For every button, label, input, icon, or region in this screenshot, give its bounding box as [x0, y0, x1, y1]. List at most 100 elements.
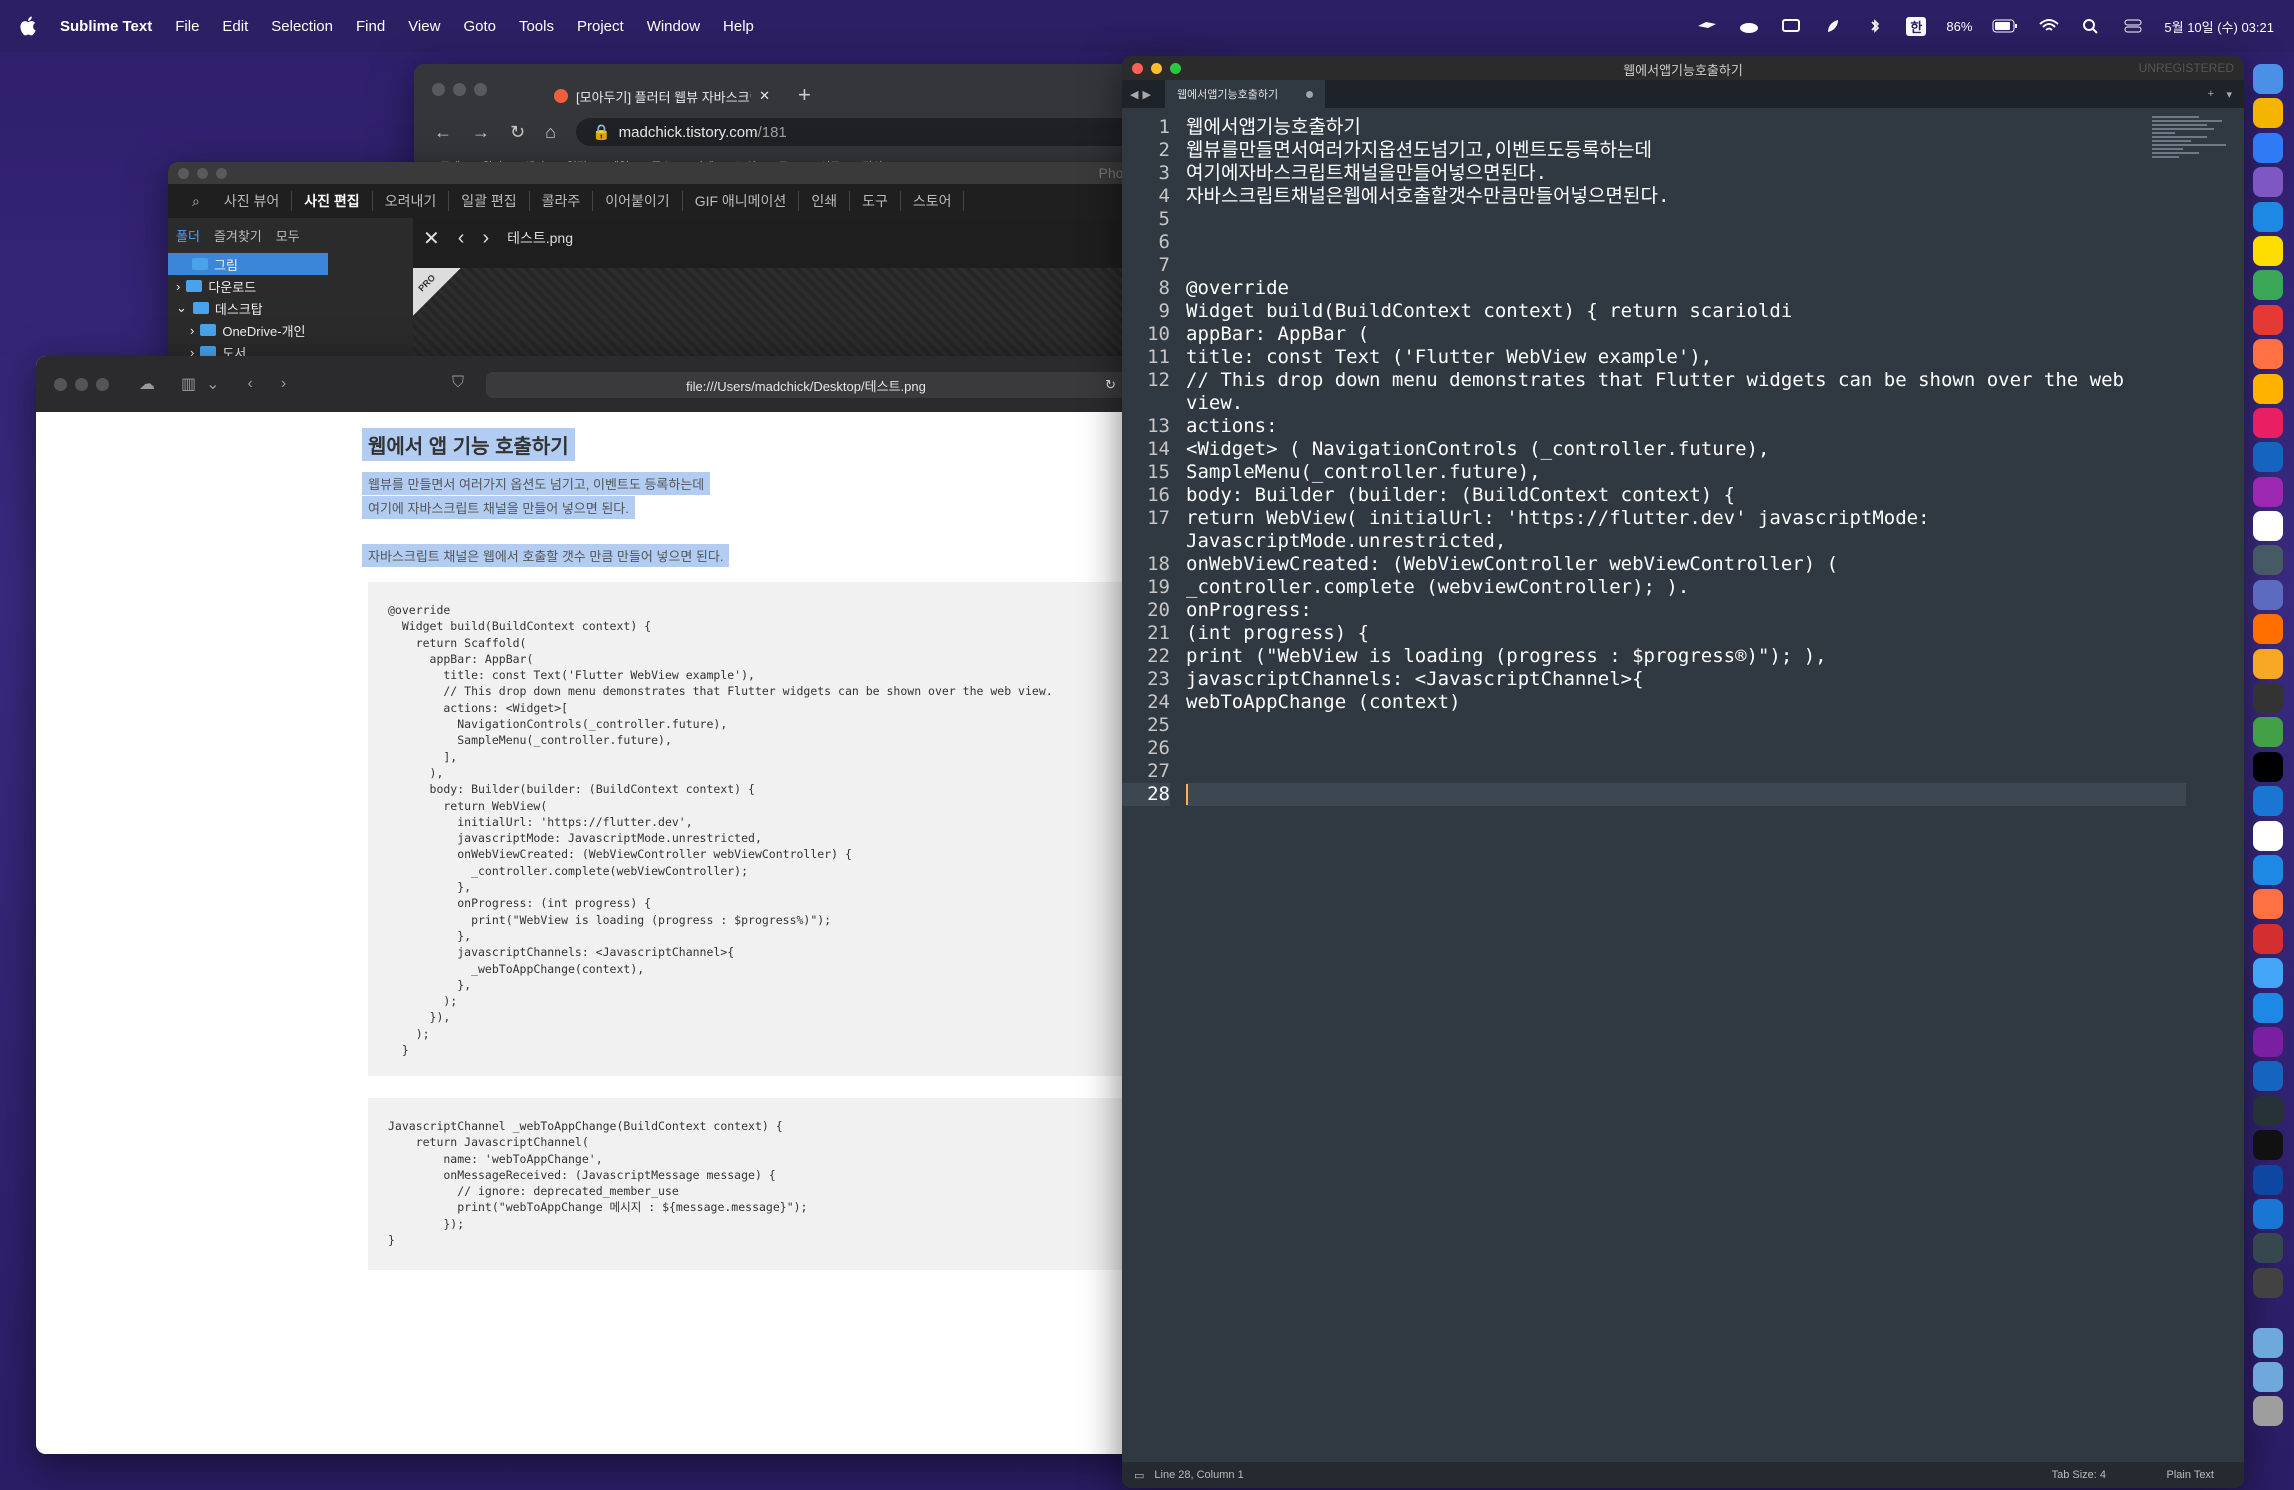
new-tab-icon[interactable]: + [2208, 88, 2214, 100]
cloud-icon[interactable]: ☁ [139, 374, 155, 394]
dock-app-icon[interactable] [2253, 304, 2283, 335]
folder-item[interactable]: › 다운로드 [168, 275, 413, 297]
dock-app-icon[interactable] [2253, 1130, 2283, 1161]
zoom-button[interactable] [474, 82, 487, 96]
search-icon[interactable] [2080, 18, 2102, 34]
dock-app-icon[interactable] [2253, 786, 2283, 817]
dock-app-icon[interactable] [2253, 992, 2283, 1023]
editor-line[interactable] [1186, 737, 2186, 760]
syntax-selector[interactable]: Plain Text [2167, 1469, 2215, 1481]
dock-app-icon[interactable] [2253, 1327, 2283, 1358]
menu-gif[interactable]: GIF 애니메이션 [683, 191, 800, 211]
dock-app-icon[interactable] [2253, 545, 2283, 576]
dock-app-icon[interactable] [2253, 373, 2283, 404]
dock-app-icon[interactable] [2253, 1164, 2283, 1195]
sidebar-icon[interactable]: ▥ [181, 374, 196, 394]
menu-cut-out[interactable]: 오려내기 [373, 191, 450, 211]
dock-app-icon[interactable] [2253, 64, 2283, 94]
editor-line[interactable] [1186, 760, 2186, 783]
close-button[interactable] [54, 377, 67, 391]
panel-toggle-icon[interactable]: ▭ [1134, 1469, 1144, 1482]
editor-line[interactable]: Widget build(BuildContext context) { ret… [1186, 300, 2186, 323]
editor-line[interactable]: <Widget> ( NavigationControls (_controll… [1186, 438, 2186, 461]
tab-menu-icon[interactable]: ▾ [2226, 88, 2232, 101]
menu-collage[interactable]: 콜라주 [530, 191, 594, 211]
dock-app-icon[interactable] [2253, 132, 2283, 163]
dock-app-icon[interactable] [2253, 820, 2283, 851]
menu-viewer[interactable]: 사진 뷰어 [212, 191, 293, 211]
dock-app-icon[interactable] [2253, 923, 2283, 954]
editor-line[interactable]: javascriptChannels: <JavascriptChannel>{ [1186, 668, 2186, 691]
dock-app-icon[interactable] [2253, 1095, 2283, 1126]
editor-tab[interactable]: 웹에서앱기능호출하기 [1164, 80, 1325, 108]
editor-line[interactable]: @override [1186, 277, 2186, 300]
tab-favorites[interactable]: 즐겨찾기 [214, 226, 262, 245]
menu-window[interactable]: Window [647, 18, 700, 35]
dock-app-icon[interactable] [2253, 339, 2283, 370]
menu-print[interactable]: 인쇄 [799, 191, 851, 211]
control-center-icon[interactable] [2122, 18, 2144, 34]
bird-icon[interactable] [1696, 18, 1718, 34]
dock-app-icon[interactable] [2253, 717, 2283, 748]
editor-line[interactable]: (int progress) { [1186, 622, 2186, 645]
tab-nav-right-icon[interactable]: ▶ [1142, 88, 1150, 101]
dock-app-icon[interactable] [2253, 683, 2283, 714]
search-icon[interactable]: ⌕ [180, 193, 212, 210]
dock-app-icon[interactable] [2253, 442, 2283, 473]
editor-text[interactable]: 웹에서앱기능호출하기 웹뷰를만들면서여러가지옵션도넘기고,이벤트도등록하는데 여기에… [1186, 116, 2186, 806]
menu-goto[interactable]: Goto [463, 18, 496, 35]
editor-line[interactable]: 웹에서앱기능호출하기 [1186, 116, 2186, 139]
minimize-button[interactable] [75, 377, 88, 391]
wifi-icon[interactable] [2038, 18, 2060, 34]
menu-help[interactable]: Help [723, 18, 754, 35]
reload-icon[interactable]: ↻ [1105, 377, 1116, 393]
dock-app-icon[interactable] [2253, 201, 2283, 232]
close-button[interactable] [178, 167, 189, 179]
dock-app-icon[interactable] [2253, 407, 2283, 438]
app-menu[interactable]: Sublime Text [60, 18, 152, 35]
dock-app-icon[interactable] [2253, 751, 2283, 782]
shield-icon[interactable]: ⛉ [452, 374, 464, 392]
dock-app-icon[interactable] [2253, 1362, 2283, 1393]
editor-line[interactable]: onProgress: [1186, 599, 2186, 622]
tab-size[interactable]: Tab Size: 4 [2052, 1469, 2106, 1481]
dock-app-icon[interactable] [2253, 270, 2283, 301]
apple-menu-icon[interactable] [18, 15, 40, 37]
forward-arrow-icon[interactable]: › [281, 375, 286, 393]
editor-line[interactable]: appBar: AppBar ( [1186, 323, 2186, 346]
back-arrow-icon[interactable]: ← [434, 122, 452, 143]
chrome-tab[interactable]: [모아두기] 플러터 웹뷰 자바스크립트 ✕ [542, 78, 782, 114]
menu-batch[interactable]: 일괄 편집 [449, 191, 530, 211]
editor-line[interactable]: onWebViewCreated: (WebViewController web… [1186, 553, 2186, 576]
dock-app-icon[interactable] [2253, 235, 2283, 266]
editor-line[interactable]: SampleMenu(_controller.future), [1186, 461, 2186, 484]
close-tab-icon[interactable]: ✕ [759, 88, 770, 104]
dock-app-icon[interactable] [2253, 889, 2283, 920]
chevron-right-icon[interactable]: › [482, 227, 489, 250]
leaf-icon[interactable] [1822, 18, 1844, 34]
dock-app-icon[interactable] [2253, 1061, 2283, 1092]
close-icon[interactable]: ✕ [423, 226, 440, 251]
menu-project[interactable]: Project [577, 18, 624, 35]
editor-line[interactable] [1186, 254, 2186, 277]
menu-tools[interactable]: 도구 [850, 191, 901, 211]
editor-line[interactable] [1186, 783, 2186, 806]
menu-tools[interactable]: Tools [519, 18, 554, 35]
dock-app-icon[interactable] [2253, 579, 2283, 610]
menu-selection[interactable]: Selection [271, 18, 333, 35]
folder-item[interactable]: 그림 [168, 253, 328, 275]
chevron-left-icon[interactable]: ‹ [458, 227, 465, 250]
reload-icon[interactable]: ↻ [510, 122, 525, 143]
battery-icon[interactable] [1992, 18, 2018, 34]
back-arrow-icon[interactable]: ‹ [248, 375, 253, 393]
screen-share-icon[interactable] [1780, 18, 1802, 34]
editor-line[interactable]: actions: [1186, 415, 2186, 438]
tab-all[interactable]: 모두 [276, 226, 300, 245]
bluetooth-icon[interactable] [1864, 18, 1886, 34]
dock-app-icon[interactable] [2253, 614, 2283, 645]
chevron-right-icon[interactable]: › [176, 279, 180, 294]
dock-app-icon[interactable] [2253, 167, 2283, 198]
unsaved-dot-icon[interactable] [1305, 90, 1313, 98]
dock-app-icon[interactable] [2253, 1267, 2283, 1298]
dock-app-icon[interactable] [2253, 98, 2283, 129]
